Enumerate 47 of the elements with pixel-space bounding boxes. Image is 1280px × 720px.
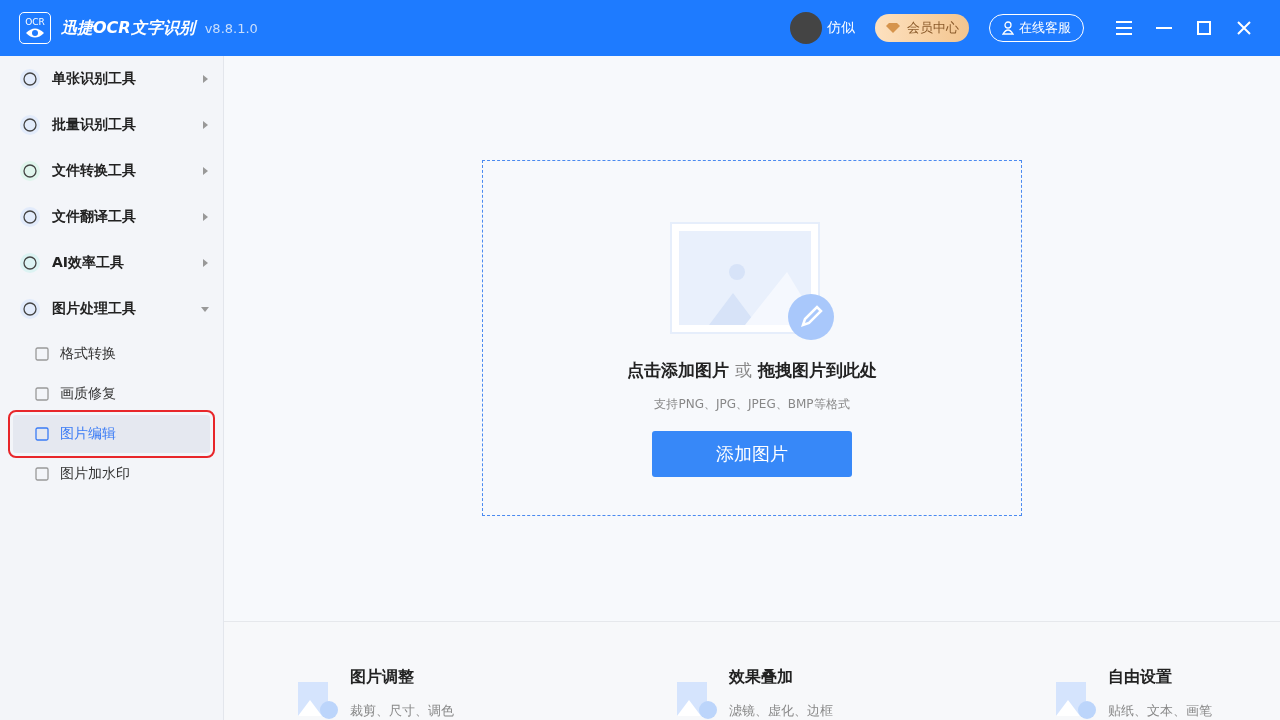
image-edit-icon [669,221,835,341]
tool-icon [20,253,40,273]
tool-icon [35,427,49,441]
tool-icon [35,467,49,481]
caret-icon [201,213,209,221]
drop-instruction: 点击添加图片 或 拖拽图片到此处 [627,359,877,382]
close-icon [1237,21,1251,35]
person-icon [1002,21,1014,35]
feature-title: 自由设置 [1108,667,1173,688]
sidebar-group[interactable]: 图片处理工具 [0,286,223,332]
avatar[interactable] [790,12,822,44]
logo-text: OCR [25,17,45,27]
tool-icon [20,69,40,89]
feature-description: 裁剪、尺寸、调色 [350,702,454,720]
tool-icon [35,347,49,361]
sidebar-item[interactable]: 画质修复 [13,375,210,413]
sidebar-group[interactable]: 批量识别工具 [0,102,223,148]
user-name[interactable]: 仿似 [827,19,855,37]
sidebar-group[interactable]: 单张识别工具 [0,56,223,102]
menu-icon [1116,21,1132,35]
tool-icon [20,207,40,227]
sidebar-group[interactable]: 文件转换工具 [0,148,223,194]
feature-description: 滤镜、虚化、边框 [729,702,833,720]
version-label: v8.8.1.0 [204,20,258,36]
tool-icon [20,115,40,135]
tool-icon [20,299,40,319]
tool-icon [35,387,49,401]
caret-icon [201,121,209,129]
caret-icon [201,305,209,313]
feature-title: 图片调整 [350,667,415,688]
maximize-icon [1197,21,1211,35]
diamond-icon [885,22,901,34]
caret-icon [201,75,209,83]
sidebar-group[interactable]: 文件翻译工具 [0,194,223,240]
feature-title: 效果叠加 [729,667,794,688]
sidebar-group[interactable]: AI效率工具 [0,240,223,286]
eye-icon [25,27,45,39]
vip-button[interactable]: 会员中心 [875,14,969,42]
minimize-icon [1156,26,1172,30]
sidebar-item[interactable]: 格式转换 [13,335,210,373]
drop-zone[interactable]: 点击添加图片 或 拖拽图片到此处 支持PNG、JPG、JPEG、BMP等格式 添加图片 [482,160,1022,516]
tool-icon [20,161,40,181]
format-hint: 支持PNG、JPG、JPEG、BMP等格式 [654,396,850,413]
feature-description: 贴纸、文本、画笔 [1108,702,1212,720]
caret-icon [201,259,209,267]
sidebar-item[interactable]: 图片加水印 [13,455,210,493]
caret-icon [201,167,209,175]
